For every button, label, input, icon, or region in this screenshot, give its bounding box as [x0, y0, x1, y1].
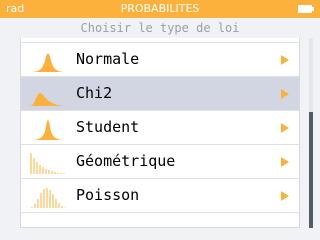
normal-curve-icon [30, 53, 66, 72]
chi2-curve-icon [30, 93, 66, 106]
student-curve-icon [30, 120, 66, 140]
status-bar: rad PROBABILITES [0, 0, 320, 18]
chevron-right-icon [281, 123, 289, 133]
list-item-normale[interactable]: Normale [21, 43, 299, 77]
list-item-label: Géométrique [76, 152, 176, 170]
list-item-label: Chi2 [76, 84, 113, 102]
list-item-label: Poisson [76, 186, 140, 204]
app-title: PROBABILITES [120, 2, 200, 15]
list-item-poisson[interactable]: Poisson [21, 179, 299, 213]
list-item-student[interactable]: Student [21, 111, 299, 145]
page-subtitle: Choisir le type de loi [80, 21, 240, 35]
scrollbar[interactable] [309, 38, 313, 228]
chevron-right-icon [281, 157, 289, 167]
list-item-label: Student [76, 118, 140, 136]
geometric-bars-icon [30, 153, 65, 174]
chevron-right-icon [281, 89, 289, 99]
battery-icon [298, 5, 314, 13]
chevron-right-icon [281, 55, 289, 65]
scrollbar-thumb[interactable] [309, 112, 313, 228]
list-item-label: Normale [76, 50, 140, 68]
normal-curve-icon [29, 38, 67, 39]
list-item-chi2[interactable]: Chi2 [21, 77, 299, 111]
list-item-geometrique[interactable]: Géométrique [21, 145, 299, 179]
poisson-bars-icon [31, 188, 66, 208]
chevron-right-icon [281, 191, 289, 201]
law-list: Normale Chi2 Student Géométrique Poisson [20, 38, 300, 228]
